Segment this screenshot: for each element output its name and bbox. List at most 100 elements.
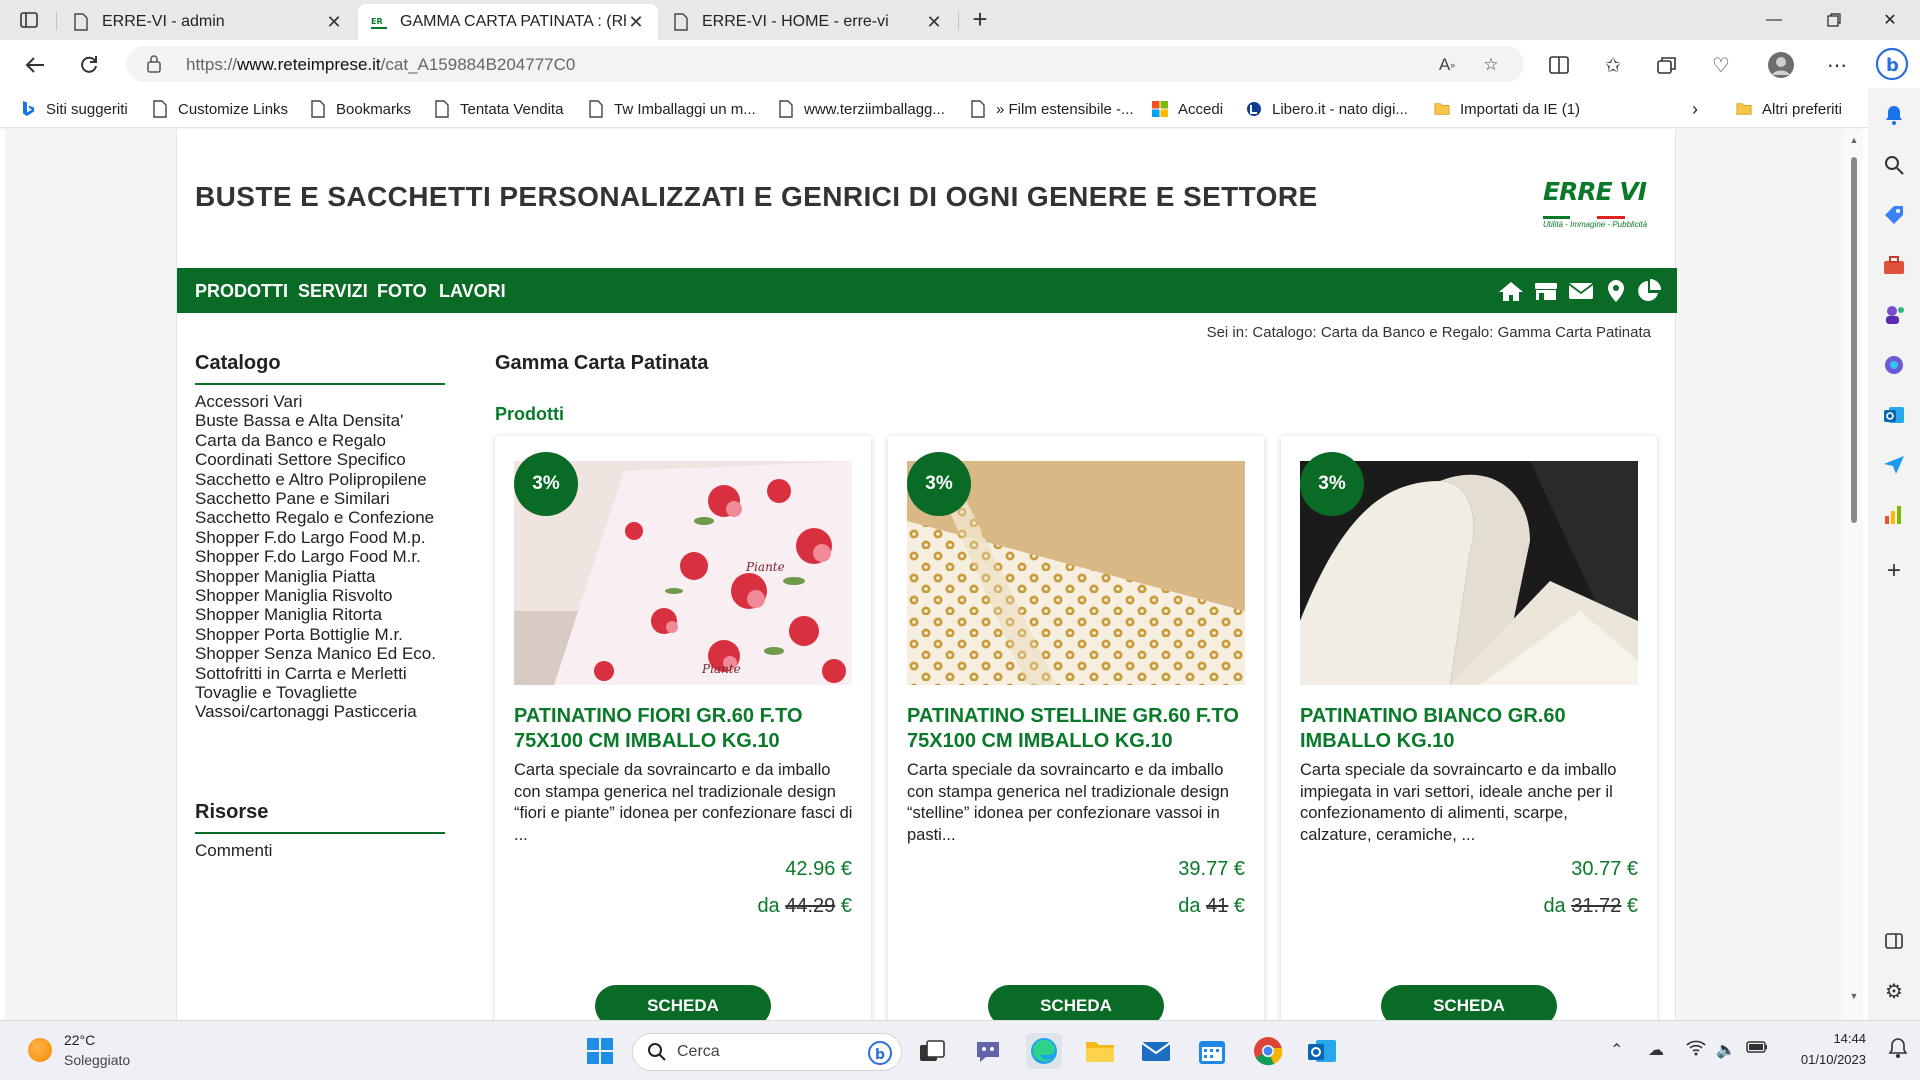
close-tab-icon[interactable]: ✕: [626, 12, 646, 33]
catalog-item[interactable]: Sacchetto Regalo e Confezione: [195, 508, 434, 528]
catalog-item[interactable]: Shopper Porta Bottiglie M.r.: [195, 625, 403, 645]
fav-terziimballaggi[interactable]: www.terziimballagg...: [778, 98, 945, 120]
onedrive-sync-icon[interactable]: ☁: [1648, 1040, 1664, 1060]
minimize-icon[interactable]: —: [1744, 0, 1804, 40]
notifications-bell-icon[interactable]: [1881, 102, 1907, 128]
favorite-star-icon[interactable]: ☆: [1480, 54, 1502, 76]
tools-toolbox-icon[interactable]: [1881, 252, 1907, 278]
erre-vi-logo[interactable]: ERRE VI Utilità - Immagine - Pubblicità: [1543, 177, 1647, 229]
pie-chart-icon[interactable]: [1635, 278, 1663, 304]
page-scrollbar[interactable]: ▲ ▼: [1843, 129, 1863, 1020]
catalog-item[interactable]: Sacchetto e Altro Polipropilene: [195, 470, 427, 490]
product-name[interactable]: PATINATINO FIORI GR.60 F.TO 75X100 CM IM…: [514, 704, 854, 754]
catalog-item[interactable]: Sottofritti in Carrta e Merletti: [195, 664, 407, 684]
url-field[interactable]: https://www.reteimprese.it/cat_A159884B2…: [126, 46, 1524, 82]
fav-film-estensibile[interactable]: » Film estensibile -...: [970, 98, 1134, 120]
chrome-icon[interactable]: [1250, 1033, 1286, 1069]
catalog-item[interactable]: Buste Bassa e Alta Densita': [195, 411, 403, 431]
url-text[interactable]: https://www.reteimprese.it/cat_A159884B2…: [186, 55, 575, 75]
nav-lavori[interactable]: LAVORI: [439, 281, 506, 302]
notification-center-icon[interactable]: [1888, 1037, 1908, 1064]
catalog-item[interactable]: Shopper F.do Largo Food M.r.: [195, 547, 421, 567]
tab-gamma-carta-patinata[interactable]: ER GAMMA CARTA PATINATA : (Rho ✕: [358, 4, 658, 40]
chevron-right-icon[interactable]: ›: [1692, 98, 1698, 120]
lock-icon[interactable]: [146, 54, 162, 74]
close-tab-icon[interactable]: ✕: [924, 12, 944, 33]
fav-tw-imballaggi[interactable]: Tw Imballaggi un m...: [588, 98, 756, 120]
catalog-item[interactable]: Vassoi/cartonaggi Pasticceria: [195, 702, 417, 722]
calendar-icon[interactable]: [1194, 1033, 1230, 1069]
scroll-up-icon[interactable]: ▲: [1848, 135, 1860, 145]
nav-prodotti[interactable]: PRODOTTI: [195, 281, 288, 302]
mail-icon[interactable]: [1138, 1033, 1174, 1069]
fav-customize-links[interactable]: Customize Links: [152, 98, 288, 120]
map-pin-icon[interactable]: [1602, 278, 1630, 304]
scheda-button[interactable]: SCHEDA: [988, 985, 1164, 1020]
scrollbar-thumb[interactable]: [1851, 157, 1857, 523]
product-card[interactable]: 3% PATINATINO STELLINE GR.60 F.TO 75X100…: [888, 436, 1264, 1020]
store-icon[interactable]: [1532, 278, 1560, 304]
show-hidden-icons-chevron-icon[interactable]: ⌃: [1610, 1040, 1623, 1060]
close-window-icon[interactable]: ✕: [1860, 0, 1920, 40]
office-charts-icon[interactable]: [1881, 502, 1907, 528]
home-icon[interactable]: [1497, 278, 1525, 304]
clock-time[interactable]: 14:44: [1794, 1031, 1866, 1046]
breadcrumb[interactable]: Sei in: Catalogo: Carta da Banco e Regal…: [1207, 324, 1651, 341]
weather-description[interactable]: Soleggiato: [64, 1052, 130, 1068]
tab-actions-icon[interactable]: [14, 9, 44, 31]
fav-accedi[interactable]: Accedi: [1152, 98, 1223, 120]
bing-copilot-icon[interactable]: b: [1874, 46, 1910, 82]
weather-temperature[interactable]: 22°C: [64, 1032, 95, 1048]
hide-sidebar-icon[interactable]: [1881, 928, 1907, 954]
settings-more-icon[interactable]: ⋯: [1822, 50, 1852, 80]
send-drop-icon[interactable]: [1881, 452, 1907, 478]
fav-altri-preferiti[interactable]: Altri preferiti: [1736, 98, 1842, 120]
profile-avatar[interactable]: [1766, 50, 1796, 80]
nav-foto[interactable]: FOTO: [377, 281, 427, 302]
collections-icon[interactable]: [1652, 50, 1682, 80]
scroll-down-icon[interactable]: ▼: [1848, 991, 1860, 1001]
restore-icon[interactable]: [1804, 0, 1864, 40]
outlook-icon[interactable]: [1304, 1033, 1340, 1069]
catalog-item[interactable]: Coordinati Settore Specifico: [195, 450, 406, 470]
scheda-button[interactable]: SCHEDA: [1381, 985, 1557, 1020]
back-icon[interactable]: [18, 48, 52, 82]
resource-item-commenti[interactable]: Commenti: [195, 841, 272, 861]
copilot-m365-icon[interactable]: [1881, 352, 1907, 378]
reload-icon[interactable]: [72, 48, 106, 82]
product-name[interactable]: PATINATINO BIANCO GR.60 IMBALLO KG.10: [1300, 704, 1640, 754]
clock-date[interactable]: 01/10/2023: [1784, 1052, 1866, 1067]
sidebar-settings-gear-icon[interactable]: ⚙: [1881, 978, 1907, 1004]
product-card[interactable]: 3% Piante Piante PATINATINO FIORI GR.60 …: [495, 436, 871, 1020]
close-tab-icon[interactable]: ✕: [324, 12, 344, 33]
favorites-icon[interactable]: ✩: [1598, 50, 1628, 80]
fav-bookmarks[interactable]: Bookmarks: [310, 98, 411, 120]
envelope-icon[interactable]: [1567, 278, 1595, 304]
read-aloud-icon[interactable]: A»: [1436, 54, 1458, 76]
battery-icon[interactable]: [1746, 1040, 1768, 1059]
catalog-item[interactable]: Shopper Maniglia Piatta: [195, 567, 376, 587]
catalog-item[interactable]: Shopper Senza Manico Ed Eco.: [195, 644, 436, 664]
edge-browser-icon[interactable]: [1026, 1033, 1062, 1069]
catalog-item[interactable]: Accessori Vari: [195, 392, 302, 412]
product-name[interactable]: PATINATINO STELLINE GR.60 F.TO 75X100 CM…: [907, 704, 1247, 754]
volume-icon[interactable]: 🔈: [1716, 1040, 1736, 1060]
tab-erre-vi-home[interactable]: ERRE-VI - HOME - erre-vi ✕: [660, 4, 956, 40]
split-screen-icon[interactable]: [1544, 50, 1574, 80]
shopping-tag-icon[interactable]: [1881, 202, 1907, 228]
nav-servizi[interactable]: SERVIZI: [298, 281, 368, 302]
weather-sun-icon[interactable]: [28, 1038, 52, 1062]
outlook-icon[interactable]: [1881, 402, 1907, 428]
catalog-item[interactable]: Shopper Maniglia Risvolto: [195, 586, 393, 606]
catalog-item[interactable]: Tovaglie e Tovagliette: [195, 683, 357, 703]
browser-essentials-icon[interactable]: ♡: [1706, 50, 1736, 80]
taskbar-search[interactable]: Cerca b: [632, 1033, 902, 1071]
teams-chat-icon[interactable]: [970, 1033, 1006, 1069]
games-icon[interactable]: [1881, 302, 1907, 328]
catalog-item[interactable]: Sacchetto Pane e Similari: [195, 489, 390, 509]
search-icon[interactable]: [1881, 152, 1907, 178]
fav-importati-ie[interactable]: Importati da IE (1): [1434, 98, 1580, 120]
fav-siti-suggeriti[interactable]: Siti suggeriti: [20, 98, 128, 120]
fav-tentata-vendita[interactable]: Tentata Vendita: [434, 98, 563, 120]
file-explorer-icon[interactable]: [1082, 1033, 1118, 1069]
